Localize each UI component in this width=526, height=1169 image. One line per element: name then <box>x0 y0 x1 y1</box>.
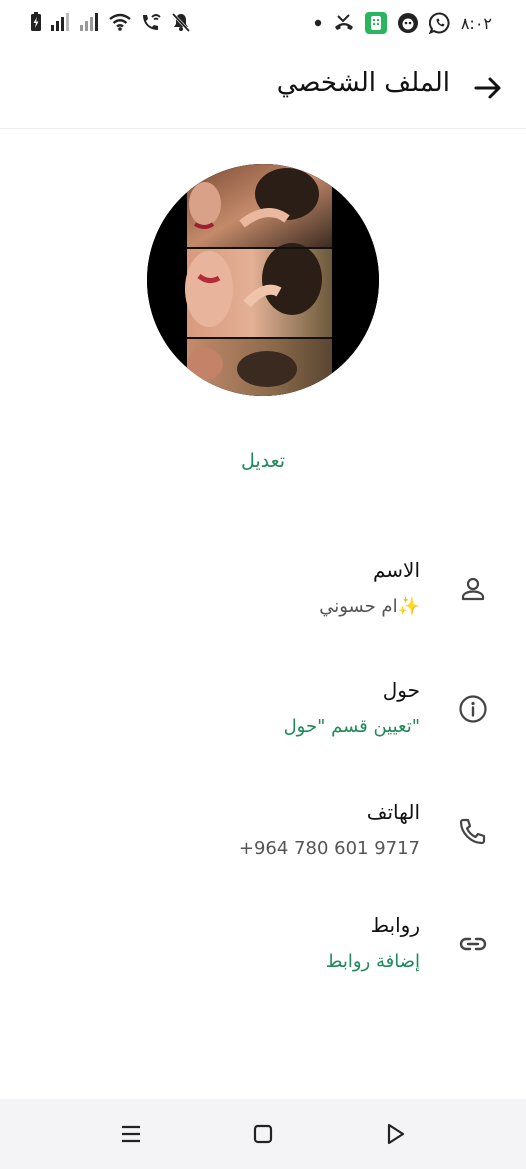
signal-icon <box>51 13 69 31</box>
wifi-call-icon <box>143 14 161 30</box>
page-title: الملف الشخصي <box>276 68 450 98</box>
status-icons-right: ٨:٠٢ <box>313 12 492 34</box>
edit-photo-link[interactable]: تعديل <box>0 450 526 472</box>
signal-icon <box>80 13 98 31</box>
phone-label: الهاتف <box>366 800 420 824</box>
phone-value: +964 780 601 9717 <box>238 838 420 859</box>
name-value: ام حسوني✨ <box>319 596 420 617</box>
home-icon[interactable] <box>250 1121 276 1147</box>
links-value: إضافة روابط <box>325 951 420 972</box>
status-bar: ٨:٠٢ <box>0 0 526 48</box>
phone-icon <box>459 818 486 845</box>
app-icon <box>364 12 387 34</box>
dot-icon <box>314 19 322 27</box>
name-label: الاسم <box>372 558 420 582</box>
about-label: حول <box>382 678 420 702</box>
system-nav-bar <box>0 1099 526 1169</box>
battery-charging-icon <box>31 12 41 31</box>
name-row[interactable]: الاسم ام حسوني✨ <box>0 558 526 648</box>
phone-row[interactable]: الهاتف +964 780 601 9717 <box>0 800 526 890</box>
about-row[interactable]: حول تعيين قسم "حول" <box>0 678 526 768</box>
link-icon <box>459 937 487 951</box>
back-triangle-icon[interactable] <box>382 1121 408 1147</box>
wifi-icon <box>109 13 131 31</box>
about-value: تعيين قسم "حول" <box>283 716 420 737</box>
arrow-back-icon[interactable] <box>472 72 504 104</box>
status-icons-left <box>30 12 191 32</box>
app-icon <box>397 13 418 33</box>
whatsapp-icon <box>428 12 450 34</box>
profile-photo[interactable] <box>147 164 379 396</box>
menu-icon[interactable] <box>118 1121 144 1147</box>
status-time: ٨:٠٢ <box>460 13 492 33</box>
links-row[interactable]: روابط إضافة روابط <box>0 913 526 1003</box>
app-bar: الملف الشخصي <box>0 48 526 129</box>
missed-call-icon <box>334 14 353 30</box>
links-label: روابط <box>370 913 420 937</box>
person-icon <box>461 577 485 601</box>
info-icon <box>459 695 487 723</box>
notifications-off-icon <box>171 12 191 32</box>
profile-photo-image <box>147 164 379 396</box>
